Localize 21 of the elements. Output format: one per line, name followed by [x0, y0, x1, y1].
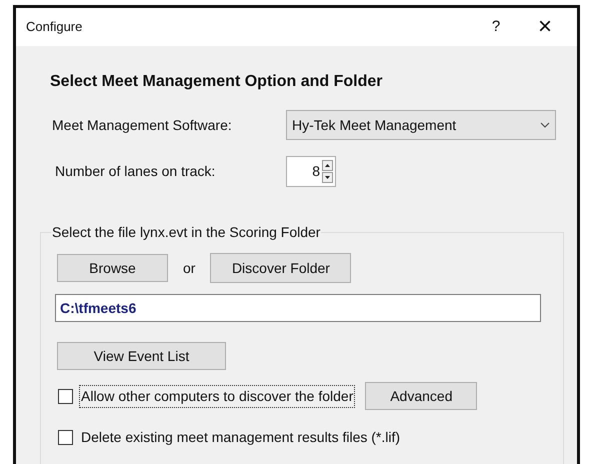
- software-dropdown[interactable]: Hy-Tek Meet Management: [286, 110, 556, 140]
- view-event-list-button[interactable]: View Event List: [57, 342, 226, 370]
- checkbox[interactable]: [58, 388, 73, 404]
- lanes-label: Number of lanes on track:: [55, 162, 216, 182]
- chevron-down-icon: [540, 122, 550, 128]
- spin-up-icon[interactable]: [322, 160, 333, 172]
- advanced-button[interactable]: Advanced: [365, 382, 478, 410]
- browse-button[interactable]: Browse: [57, 254, 168, 282]
- spin-down-icon[interactable]: [322, 172, 333, 184]
- checkbox-label[interactable]: Delete existing meet management results files (*.lif): [79, 426, 402, 450]
- help-button[interactable]: ?: [481, 16, 511, 38]
- discover-folder-button[interactable]: Discover Folder: [210, 253, 352, 284]
- lanes-spinner[interactable]: 8: [286, 156, 336, 188]
- close-button[interactable]: ×: [525, 15, 565, 40]
- section-heading: Select Meet Management Option and Folder: [50, 72, 384, 92]
- or-label: or: [183, 258, 196, 278]
- software-label: Meet Management Software:: [52, 116, 233, 135]
- window-title: Configure: [26, 18, 82, 36]
- checkbox[interactable]: [58, 430, 73, 446]
- checkbox-label[interactable]: Allow other computers to discover the folder: [79, 384, 356, 408]
- folder-path-field[interactable]: C:\tfmeets6: [55, 294, 541, 322]
